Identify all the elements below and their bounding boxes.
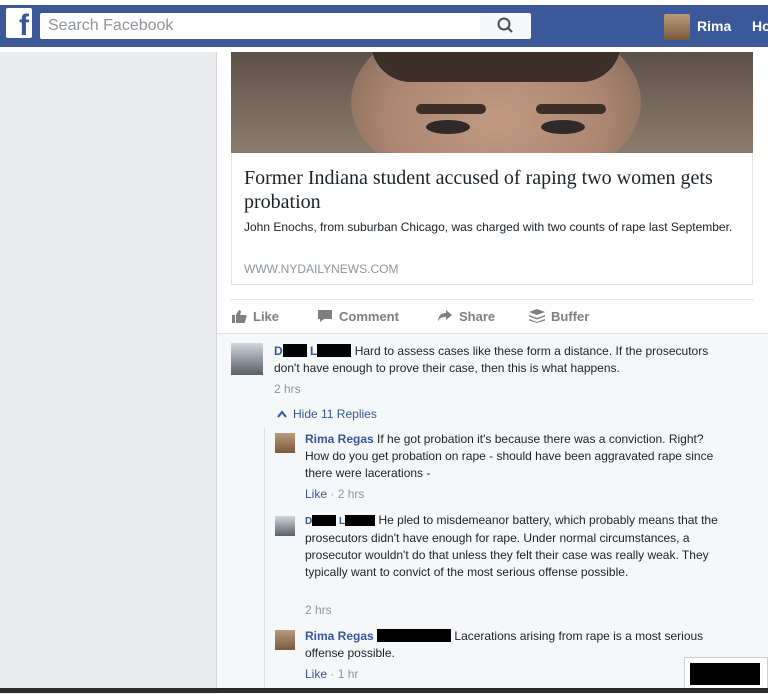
link-preview-image[interactable] (231, 52, 753, 153)
comment-body: D L Hard to assess cases like these form… (274, 343, 729, 377)
right-brow (536, 104, 606, 114)
commenter-initial-1: D (274, 344, 283, 358)
share-icon (438, 310, 452, 322)
rima-avatar[interactable] (275, 630, 295, 650)
left-eye (426, 120, 470, 134)
buffer-icon (529, 309, 545, 323)
comment-meta: 2 hrs (274, 382, 301, 396)
link-description: John Enochs, from suburban Chicago, was … (244, 220, 733, 234)
reply-meta: 2 hrs (305, 603, 332, 617)
left-brow (416, 104, 486, 114)
redaction-bar (690, 663, 760, 685)
reply-body: D L He pled to misdemeanor battery, whic… (305, 512, 725, 581)
comment-icon (318, 310, 332, 322)
comment-time[interactable]: 2 hrs (274, 382, 301, 396)
search-button[interactable] (480, 13, 531, 39)
home-link[interactable]: Ho (752, 18, 768, 34)
share-label: Share (459, 309, 496, 324)
redaction-bar (377, 629, 452, 642)
redaction-bar (345, 515, 376, 526)
link-title[interactable]: Former Indiana student accused of raping… (244, 166, 744, 214)
replies-toggle-label: Hide 11 Replies (293, 407, 377, 421)
left-column (0, 52, 216, 693)
reply-body: Rima Regas If he got probation it's beca… (305, 431, 715, 482)
reply-author[interactable]: Rima Regas (305, 629, 374, 643)
reply-like-link[interactable]: Like (305, 667, 327, 681)
thumbs-up-icon (232, 310, 247, 323)
commenter-initial-2: L (310, 344, 318, 358)
like-button[interactable]: Like (231, 309, 279, 324)
reply-time[interactable]: 2 hrs (305, 603, 332, 617)
comment-label: Comment (339, 309, 399, 324)
taskbar (0, 688, 768, 693)
reply-author[interactable]: Rima Regas (305, 432, 374, 446)
actions-separator (230, 299, 754, 300)
commenter-avatar[interactable] (275, 516, 295, 536)
search-icon (497, 17, 513, 33)
redaction-bar (317, 344, 352, 357)
user-avatar[interactable] (664, 14, 690, 40)
reply-body: Rima Regas Lacerations arising from rape… (305, 628, 715, 662)
share-button[interactable]: Share (437, 309, 495, 324)
reply-time[interactable]: 2 hrs (338, 487, 365, 501)
redaction-bar (282, 344, 307, 357)
link-domain: WWW.NYDAILYNEWS.COM (244, 262, 399, 276)
rima-avatar[interactable] (275, 433, 295, 453)
right-eye (541, 120, 585, 134)
reply-like-link[interactable]: Like (305, 487, 327, 501)
reply-author[interactable]: D L (305, 515, 376, 527)
chevron-up-icon (277, 410, 287, 418)
reply-time[interactable]: 1 hr (338, 667, 359, 681)
buffer-button[interactable]: Buffer (529, 309, 589, 324)
user-name-link[interactable]: Rima (697, 18, 731, 34)
reply-meta: Like · 2 hrs (305, 487, 365, 501)
commenter-name[interactable]: D L (274, 344, 352, 358)
commenter-avatar[interactable] (231, 343, 263, 375)
hide-replies-toggle[interactable]: Hide 11 Replies (277, 407, 377, 421)
redaction-bar (312, 515, 337, 526)
like-label: Like (253, 309, 280, 324)
hair-shape (371, 52, 621, 82)
thread-line (264, 428, 265, 693)
buffer-label: Buffer (551, 309, 590, 324)
commenter-initial-1: D (305, 516, 313, 527)
search-input[interactable]: Search Facebook (40, 13, 480, 39)
comment-button[interactable]: Comment (317, 309, 399, 324)
logo-letter: f (19, 9, 29, 38)
facebook-logo[interactable]: f (6, 8, 32, 38)
reply-meta: Like · 1 hr (305, 667, 359, 681)
